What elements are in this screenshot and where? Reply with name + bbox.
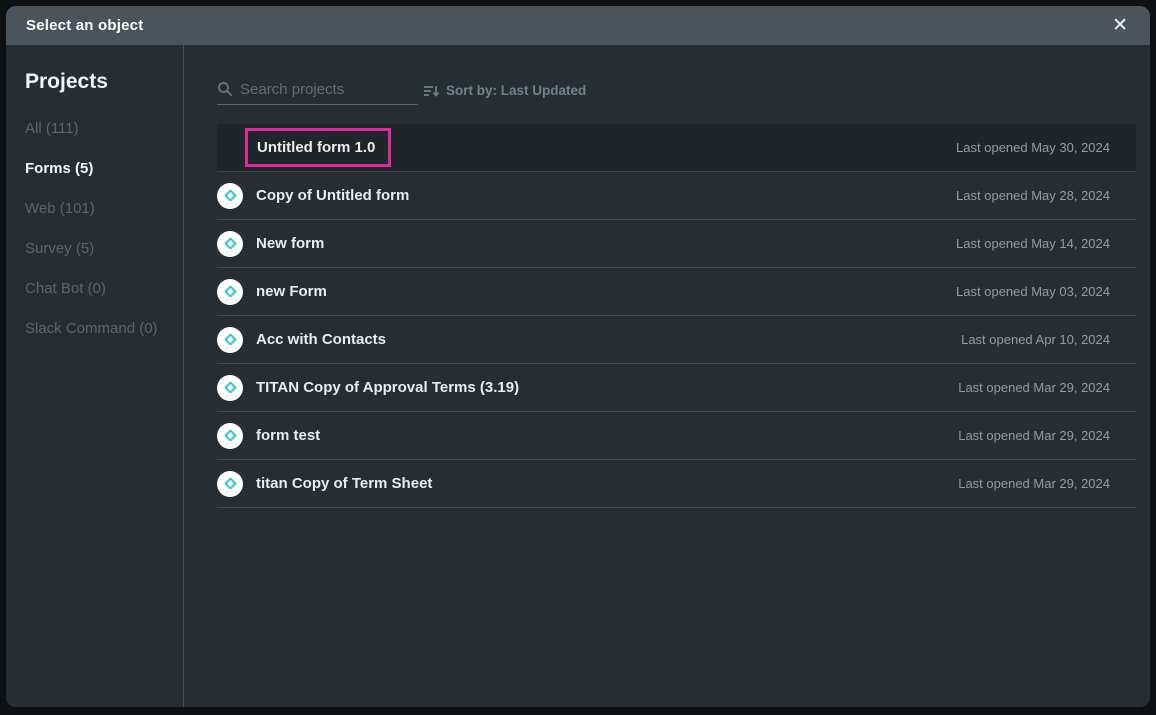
form-icon — [217, 423, 243, 449]
project-name: form test — [256, 427, 320, 444]
project-name: New form — [256, 235, 324, 252]
sidebar-item-survey[interactable]: Survey (5) — [25, 240, 173, 257]
last-opened-date: Last opened Mar 29, 2024 — [958, 476, 1136, 491]
form-icon — [217, 279, 243, 305]
annotation-highlight-box: Untitled form 1.0 — [245, 128, 391, 167]
sidebar-item-all[interactable]: All (111) — [25, 120, 173, 137]
last-opened-date: Last opened Mar 29, 2024 — [958, 380, 1136, 395]
project-name: Copy of Untitled form — [256, 187, 409, 204]
toolbar: Sort by: Last Updated — [217, 76, 1136, 105]
list-item[interactable]: Untitled form 1.0 Last opened May 30, 20… — [217, 124, 1136, 172]
sidebar-item-slack-command[interactable]: Slack Command (0) — [25, 320, 173, 337]
form-icon — [217, 375, 243, 401]
list-item[interactable]: TITAN Copy of Approval Terms (3.19) Last… — [217, 364, 1136, 412]
last-opened-date: Last opened May 14, 2024 — [956, 236, 1136, 251]
list-item[interactable]: New form Last opened May 14, 2024 — [217, 220, 1136, 268]
select-object-modal: Select an object ✕ Projects All (111) Fo… — [6, 6, 1150, 707]
sort-descending-icon — [423, 84, 440, 98]
modal-body: Projects All (111) Forms (5) Web (101) S… — [6, 45, 1150, 707]
list-item[interactable]: Copy of Untitled form Last opened May 28… — [217, 172, 1136, 220]
last-opened-date: Last opened May 28, 2024 — [956, 188, 1136, 203]
close-icon[interactable]: ✕ — [1106, 14, 1134, 37]
list-item[interactable]: new Form Last opened May 03, 2024 — [217, 268, 1136, 316]
form-icon — [217, 327, 243, 353]
last-opened-date: Last opened May 30, 2024 — [956, 140, 1136, 155]
modal-title: Select an object — [26, 17, 143, 34]
sidebar-heading: Projects — [25, 70, 173, 94]
main-panel: Sort by: Last Updated Untitled form 1.0 … — [184, 45, 1150, 707]
sort-label: Sort by: Last Updated — [446, 83, 586, 98]
sort-control[interactable]: Sort by: Last Updated — [423, 83, 586, 98]
form-icon — [217, 231, 243, 257]
list-item[interactable]: form test Last opened Mar 29, 2024 — [217, 412, 1136, 460]
list-item[interactable]: titan Copy of Term Sheet Last opened Mar… — [217, 460, 1136, 508]
project-name: Untitled form 1.0 — [257, 139, 375, 156]
sidebar-item-web[interactable]: Web (101) — [25, 200, 173, 217]
modal-header: Select an object ✕ — [6, 6, 1150, 45]
project-name: TITAN Copy of Approval Terms (3.19) — [256, 379, 519, 396]
last-opened-date: Last opened Mar 29, 2024 — [958, 428, 1136, 443]
project-name: Acc with Contacts — [256, 331, 386, 348]
sidebar-item-forms[interactable]: Forms (5) — [25, 160, 173, 177]
projects-sidebar: Projects All (111) Forms (5) Web (101) S… — [6, 45, 184, 707]
form-icon — [217, 471, 243, 497]
search-icon — [217, 81, 233, 97]
search-input[interactable] — [240, 81, 418, 98]
search-box — [217, 76, 418, 105]
project-name: titan Copy of Term Sheet — [256, 475, 432, 492]
last-opened-date: Last opened May 03, 2024 — [956, 284, 1136, 299]
list-item[interactable]: Acc with Contacts Last opened Apr 10, 20… — [217, 316, 1136, 364]
project-name: new Form — [256, 283, 327, 300]
project-list: Untitled form 1.0 Last opened May 30, 20… — [217, 124, 1136, 508]
sidebar-item-chat-bot[interactable]: Chat Bot (0) — [25, 280, 173, 297]
form-icon — [217, 183, 243, 209]
last-opened-date: Last opened Apr 10, 2024 — [961, 332, 1136, 347]
